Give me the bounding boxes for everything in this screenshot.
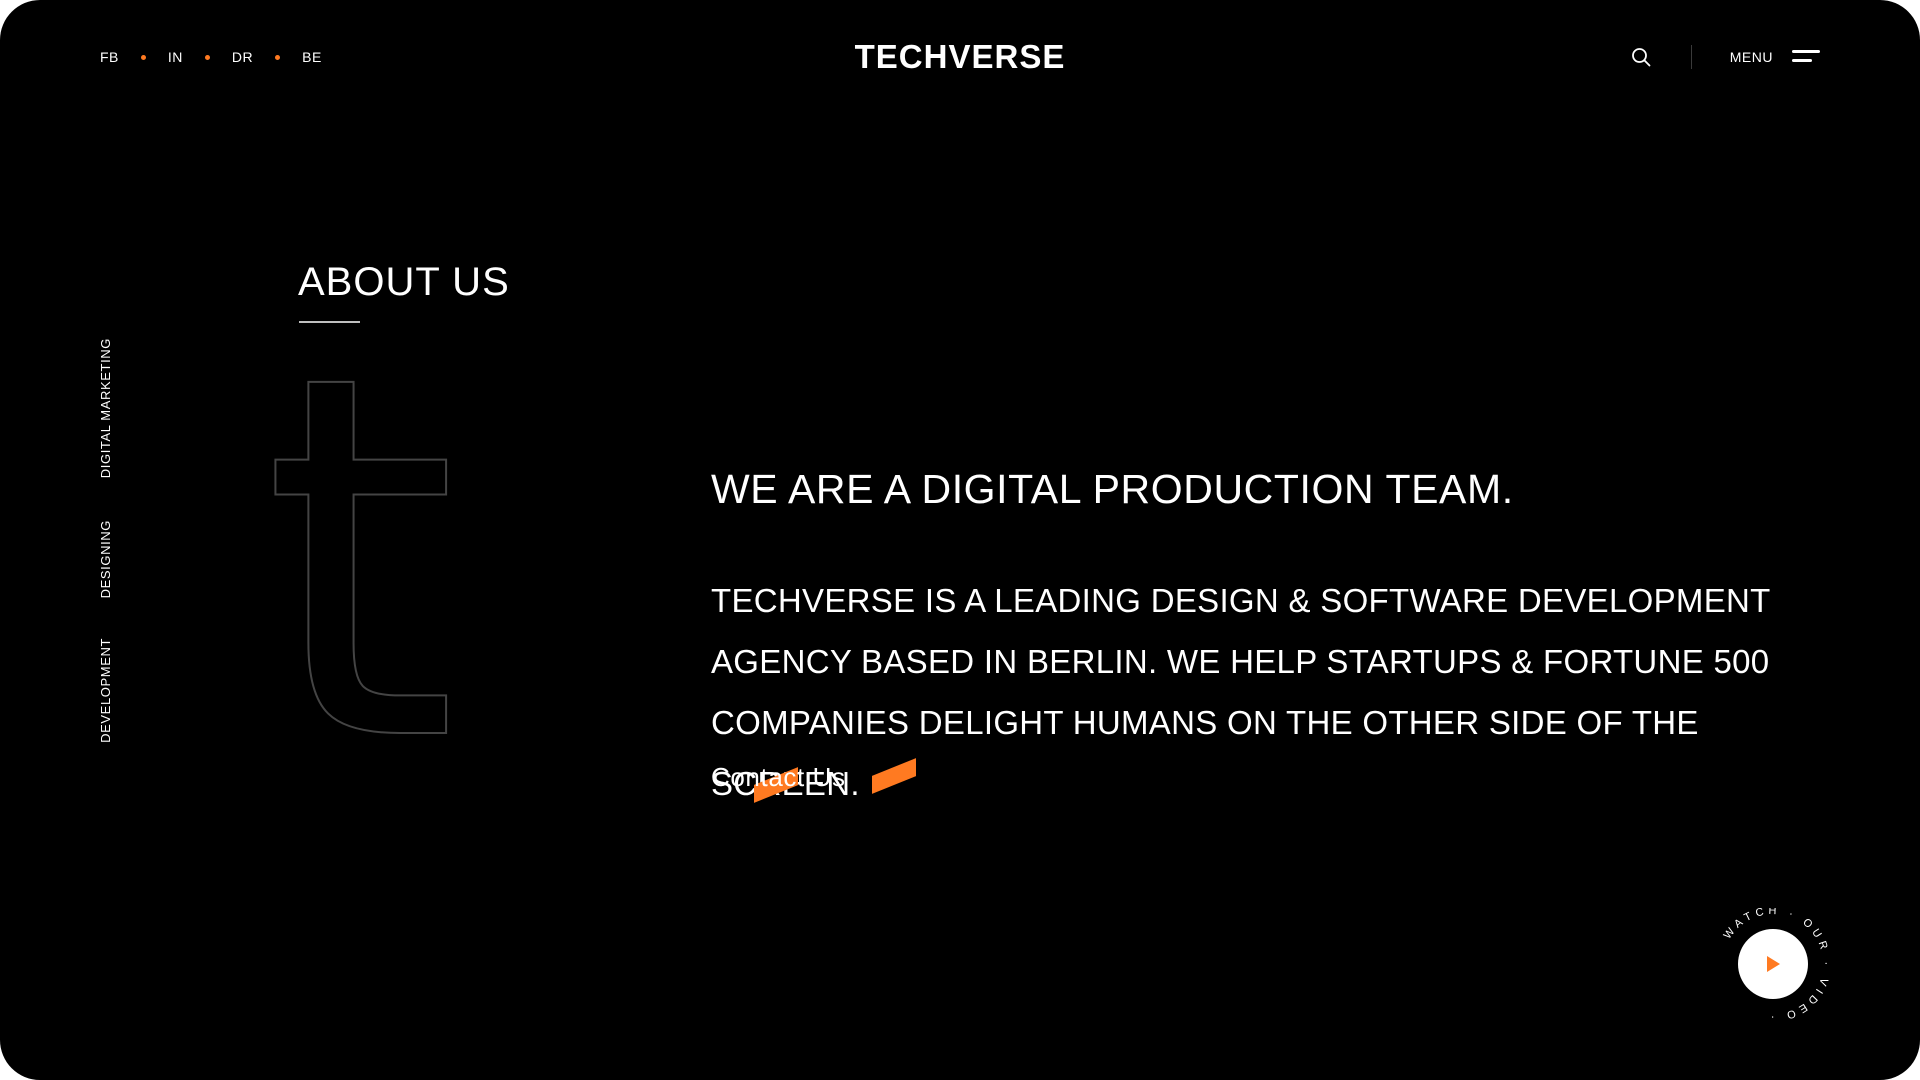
header-divider (1690, 45, 1692, 69)
side-nav-digital-marketing[interactable]: DIGITAL MARKETING (98, 338, 113, 478)
brand-logo[interactable]: TECHVERSE (855, 38, 1066, 75)
contact-us-link[interactable]: Contact Us (711, 762, 846, 793)
menu-label: MENU (1729, 49, 1773, 65)
section-title: ABOUT US (298, 260, 510, 304)
header-actions: MENU (1629, 45, 1820, 69)
page-frame: FB IN DR BE TECHVERSE MENU DIGITAL MARKE… (0, 0, 1920, 1080)
social-link-in[interactable]: IN (168, 49, 183, 65)
social-link-dr[interactable]: DR (232, 49, 253, 65)
search-button[interactable] (1629, 45, 1653, 69)
play-icon (1767, 956, 1780, 972)
social-link-fb[interactable]: FB (100, 49, 119, 65)
hamburger-icon (1792, 50, 1820, 64)
headline: WE ARE A DIGITAL PRODUCTION TEAM. (711, 466, 1514, 512)
decorative-letter: t (261, 269, 459, 851)
side-nav-development[interactable]: DEVELOPMENT (98, 638, 113, 743)
separator-dot (204, 54, 210, 60)
social-links: FB IN DR BE (100, 49, 322, 65)
side-nav-designing[interactable]: DESIGNING (98, 520, 113, 598)
body-copy: TECHVERSE IS A LEADING DESIGN & SOFTWARE… (711, 570, 1841, 814)
separator-dot (275, 54, 281, 60)
title-underline (299, 321, 360, 323)
watch-video-button[interactable]: WATCH · OUR · VIDEO · (1717, 908, 1829, 1020)
separator-dot (140, 54, 146, 60)
search-icon (1631, 48, 1651, 67)
contact-label: Contact Us (711, 762, 846, 792)
accent-flag (871, 758, 916, 794)
play-circle (1738, 929, 1808, 999)
menu-button[interactable]: MENU (1730, 49, 1820, 65)
body-text: TECHVERSE IS A LEADING DESIGN & SOFTWARE… (711, 582, 1770, 802)
social-link-be[interactable]: BE (302, 49, 322, 65)
